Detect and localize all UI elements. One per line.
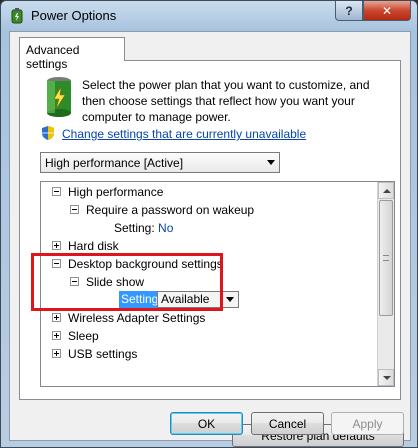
- scroll-down-button[interactable]: [378, 369, 394, 386]
- tree-node-label: Slide show: [86, 275, 145, 289]
- tree-node-label: USB settings: [68, 347, 138, 361]
- tab-advanced-settings[interactable]: Advanced settings: [19, 37, 125, 71]
- power-options-icon: [11, 8, 23, 24]
- slide-show-setting-select[interactable]: Available: [157, 291, 239, 308]
- scroll-up-button[interactable]: [378, 182, 394, 199]
- ok-button[interactable]: OK: [170, 412, 243, 435]
- close-button[interactable]: ✕: [363, 1, 411, 21]
- power-options-window: Power Options ? ✕ Advanced settings Sele…: [0, 0, 418, 448]
- settings-tree-content: High performance Require a password on w…: [41, 182, 379, 386]
- setting-select-value: Available: [161, 292, 210, 306]
- expand-icon[interactable]: [52, 349, 61, 358]
- power-plan-select[interactable]: High performance [Active]: [40, 152, 280, 173]
- advanced-settings-panel: Select the power plan that you want to c…: [19, 60, 404, 447]
- collapse-icon[interactable]: [52, 259, 61, 268]
- cancel-button[interactable]: Cancel: [251, 412, 324, 435]
- window-title: Power Options: [31, 8, 117, 23]
- tree-node-label: Require a password on wakeup: [86, 203, 255, 217]
- help-button[interactable]: ?: [335, 1, 363, 21]
- tree-node-label: Sleep: [68, 329, 99, 343]
- expand-icon[interactable]: [52, 313, 61, 322]
- grip-icon: [383, 255, 389, 261]
- intro-description: Select the power plan that you want to c…: [82, 78, 370, 124]
- change-settings-link[interactable]: Change settings that are currently unava…: [62, 127, 306, 141]
- tree-node-label: Desktop background settings: [68, 257, 223, 271]
- chevron-down-icon: [267, 160, 275, 165]
- expand-icon[interactable]: [52, 331, 61, 340]
- collapse-icon[interactable]: [70, 277, 79, 286]
- tree-node-slide-show-setting[interactable]: Setting: Available: [41, 291, 261, 309]
- tree-node-label: Hard disk: [68, 239, 119, 253]
- collapse-icon[interactable]: [70, 205, 79, 214]
- arrow-down-icon: [383, 376, 391, 380]
- expand-icon[interactable]: [52, 241, 61, 250]
- title-bar[interactable]: Power Options ? ✕: [1, 1, 417, 31]
- setting-label: Setting:: [114, 221, 155, 235]
- tree-node-label: Wireless Adapter Settings: [68, 311, 206, 325]
- chevron-down-icon: [226, 297, 234, 302]
- uac-shield-icon: [42, 126, 54, 140]
- tree-scrollbar[interactable]: [377, 182, 394, 386]
- tree-node-label: High performance: [68, 185, 164, 199]
- apply-button[interactable]: Apply: [331, 412, 404, 435]
- scroll-thumb[interactable]: [379, 200, 393, 316]
- settings-tree[interactable]: High performance Require a password on w…: [40, 181, 395, 387]
- setting-value[interactable]: No: [158, 221, 173, 235]
- dialog-client-area: Advanced settings Select the power plan …: [9, 31, 411, 447]
- arrow-up-icon: [383, 189, 391, 193]
- battery-icon: [47, 77, 71, 117]
- power-plan-select-value: High performance [Active]: [45, 156, 184, 170]
- tree-node-password-setting[interactable]: Setting: No: [114, 219, 173, 237]
- collapse-icon[interactable]: [52, 187, 61, 196]
